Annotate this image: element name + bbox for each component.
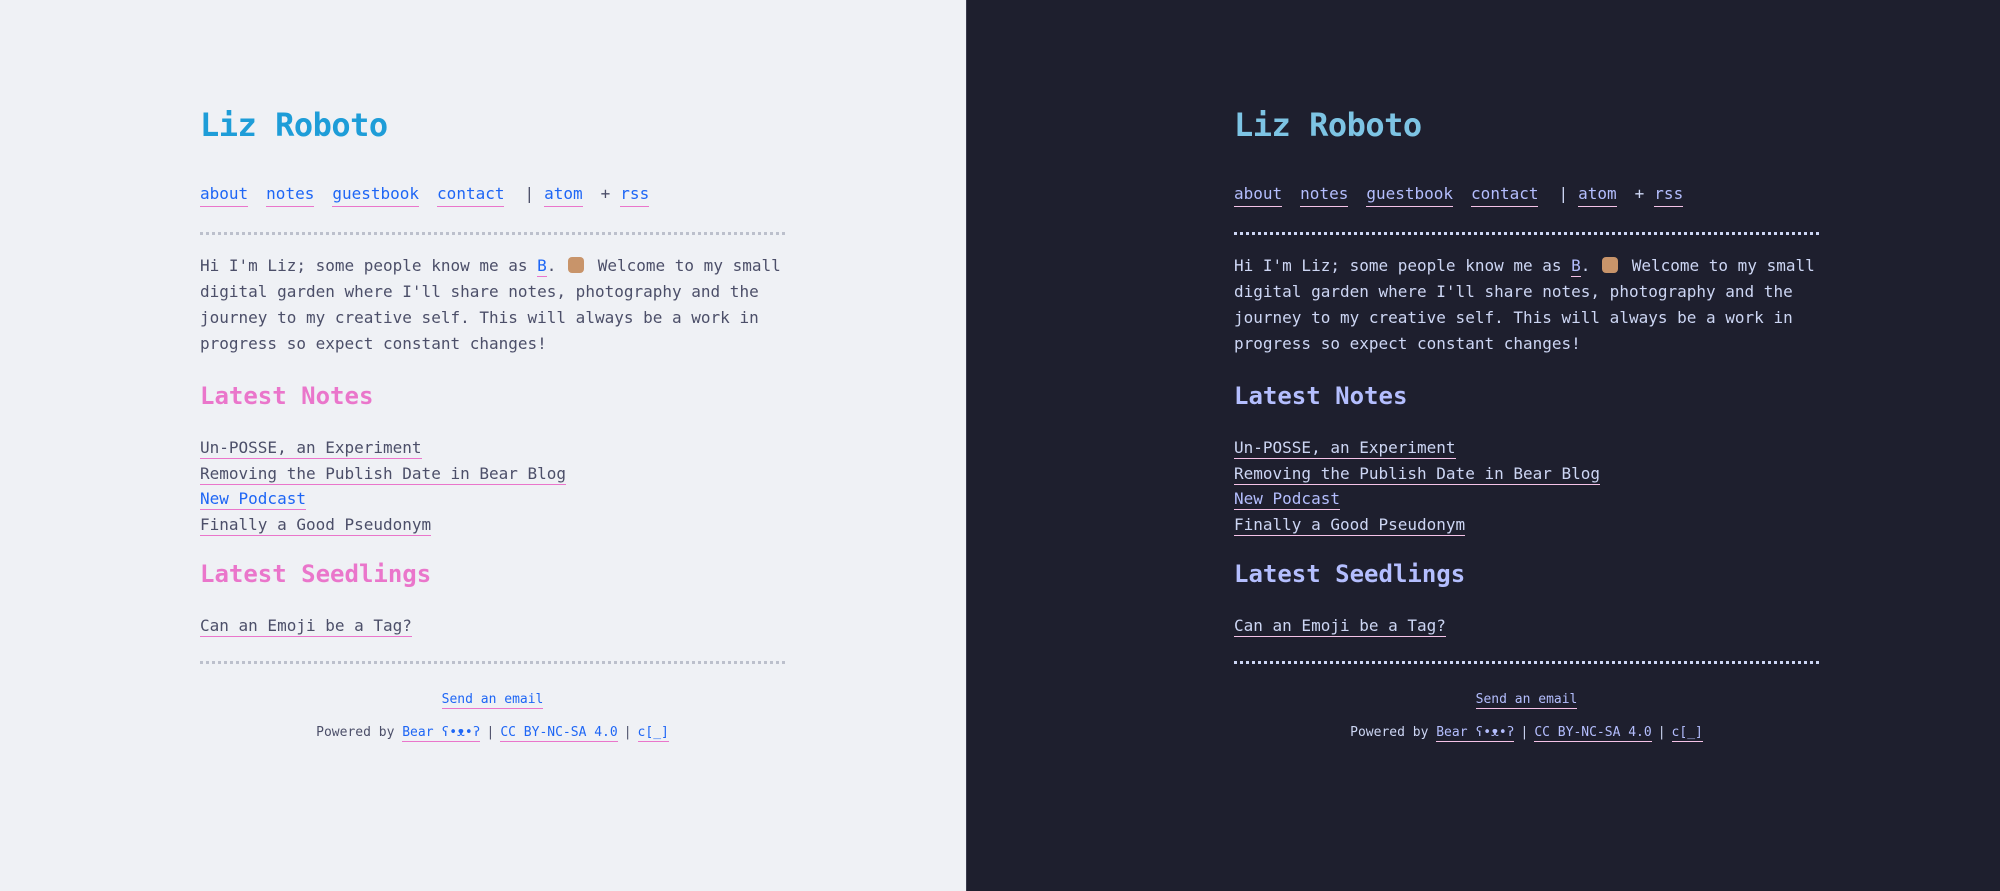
send-email-link[interactable]: Send an email xyxy=(441,691,544,709)
footer-separator: | xyxy=(1657,724,1666,740)
nav-notes-link[interactable]: notes xyxy=(266,183,315,207)
intro-text: Hi I'm Liz; some people know me as xyxy=(200,256,538,275)
list-item: New Podcast xyxy=(1234,486,1819,512)
intro-text: Hi I'm Liz; some people know me as xyxy=(1234,256,1572,275)
divider xyxy=(200,232,785,235)
note-link[interactable]: Removing the Publish Date in Bear Blog xyxy=(200,463,567,485)
list-item: Finally a Good Pseudonym xyxy=(1234,512,1819,538)
footer: Send an email Powered by Bear ʕ•ᴥ•ʔ | CC B… xyxy=(1234,691,1819,742)
nav-about-link[interactable]: about xyxy=(200,183,249,207)
divider xyxy=(1234,660,1819,664)
intro-paragraph: Hi I'm Liz; some people know me as B. We… xyxy=(1234,253,1819,357)
light-theme-pane: Liz Roboto about notes guestbook contact… xyxy=(0,0,966,891)
nav-atom-link[interactable]: atom xyxy=(1578,183,1617,207)
bear-link[interactable]: Bear ʕ•ᴥ•ʔ xyxy=(402,724,481,742)
list-item: Can an Emoji be a Tag? xyxy=(1234,613,1819,639)
seedling-link[interactable]: Can an Emoji be a Tag? xyxy=(1234,616,1446,638)
list-item: Finally a Good Pseudonym xyxy=(200,512,785,538)
page-content: Liz Roboto about notes guestbook contact… xyxy=(200,105,785,742)
intro-text: . xyxy=(1580,256,1591,275)
latest-notes-list: Un-POSSE, an Experiment Removing the Pub… xyxy=(1234,435,1819,537)
license-link[interactable]: CC BY-NC-SA 4.0 xyxy=(1534,724,1652,742)
note-link[interactable]: Removing the Publish Date in Bear Blog xyxy=(1234,463,1601,485)
intro-b-link[interactable]: B xyxy=(1571,256,1581,277)
latest-notes-list: Un-POSSE, an Experiment Removing the Pub… xyxy=(200,435,785,537)
site-title[interactable]: Liz Roboto xyxy=(1234,105,1819,145)
nav-rss-link[interactable]: rss xyxy=(620,183,650,207)
nav-guestbook-link[interactable]: guestbook xyxy=(332,183,420,207)
footer-separator: | xyxy=(1520,724,1529,740)
list-item: New Podcast xyxy=(200,486,785,512)
coffee-link[interactable]: c[_] xyxy=(637,724,669,742)
list-item: Removing the Publish Date in Bear Blog xyxy=(200,461,785,487)
note-link[interactable]: Un-POSSE, an Experiment xyxy=(200,438,422,459)
page-content: Liz Roboto about notes guestbook contact… xyxy=(1234,105,1819,742)
note-link[interactable]: New Podcast xyxy=(200,489,306,511)
nav-notes-link[interactable]: notes xyxy=(1300,183,1349,207)
list-item: Removing the Publish Date in Bear Blog xyxy=(1234,461,1819,487)
nav-contact-link[interactable]: contact xyxy=(1471,183,1539,207)
nav-separator: | xyxy=(1558,184,1569,203)
list-item: Un-POSSE, an Experiment xyxy=(200,435,785,461)
note-link[interactable]: New Podcast xyxy=(1234,489,1340,511)
intro-b-link[interactable]: B xyxy=(537,256,547,277)
latest-notes-heading: Latest Notes xyxy=(200,382,374,410)
divider xyxy=(200,660,785,664)
nav-rss-link[interactable]: rss xyxy=(1654,183,1684,207)
note-link[interactable]: Finally a Good Pseudonym xyxy=(200,514,432,536)
main-nav: about notes guestbook contact | atom + r… xyxy=(1234,183,1819,207)
site-title[interactable]: Liz Roboto xyxy=(200,105,785,145)
latest-notes-heading: Latest Notes xyxy=(1234,382,1408,410)
footer-separator: | xyxy=(486,724,495,740)
nav-about-link[interactable]: about xyxy=(1234,183,1283,207)
latest-seedlings-heading: Latest Seedlings xyxy=(1234,560,1466,589)
coffee-link[interactable]: c[_] xyxy=(1671,724,1703,742)
nav-plus: + xyxy=(1634,184,1645,203)
latest-seedlings-heading: Latest Seedlings xyxy=(200,560,432,589)
waving-hand-icon xyxy=(568,257,585,273)
latest-seedlings-list: Can an Emoji be a Tag? xyxy=(200,613,785,639)
send-email-link[interactable]: Send an email xyxy=(1475,691,1578,709)
note-link[interactable]: Finally a Good Pseudonym xyxy=(1234,514,1466,536)
main-nav: about notes guestbook contact | atom + r… xyxy=(200,183,785,207)
license-link[interactable]: CC BY-NC-SA 4.0 xyxy=(500,724,618,742)
latest-seedlings-list: Can an Emoji be a Tag? xyxy=(1234,613,1819,639)
divider xyxy=(1234,232,1819,235)
nav-contact-link[interactable]: contact xyxy=(437,183,505,207)
intro-paragraph: Hi I'm Liz; some people know me as B. We… xyxy=(200,253,785,357)
list-item: Can an Emoji be a Tag? xyxy=(200,613,785,639)
footer: Send an email Powered by Bear ʕ•ᴥ•ʔ | CC B… xyxy=(200,691,785,742)
intro-text: . xyxy=(546,256,557,275)
powered-by-text: Powered by xyxy=(316,724,403,740)
dark-theme-pane: Liz Roboto about notes guestbook contact… xyxy=(966,0,2000,891)
nav-separator: | xyxy=(524,184,535,203)
note-link[interactable]: Un-POSSE, an Experiment xyxy=(1234,438,1456,459)
nav-atom-link[interactable]: atom xyxy=(544,183,583,207)
powered-by-text: Powered by xyxy=(1350,724,1437,740)
waving-hand-icon xyxy=(1602,257,1619,273)
list-item: Un-POSSE, an Experiment xyxy=(1234,435,1819,461)
nav-guestbook-link[interactable]: guestbook xyxy=(1366,183,1454,207)
seedling-link[interactable]: Can an Emoji be a Tag? xyxy=(200,616,412,638)
bear-link[interactable]: Bear ʕ•ᴥ•ʔ xyxy=(1436,724,1515,742)
footer-separator: | xyxy=(623,724,632,740)
nav-plus: + xyxy=(600,184,611,203)
